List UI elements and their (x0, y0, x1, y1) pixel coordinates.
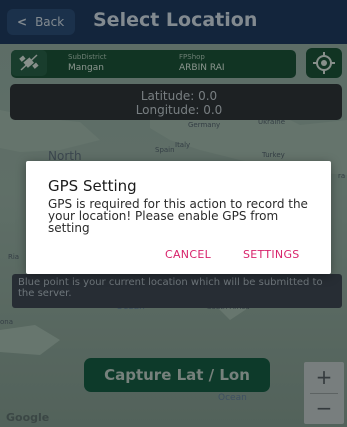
gps-setting-dialog: GPS Setting GPS is required for this act… (26, 161, 331, 274)
dialog-title: GPS Setting (48, 177, 137, 195)
dialog-message: GPS is required for this action to recor… (48, 197, 308, 235)
settings-button[interactable]: SETTINGS (243, 248, 300, 261)
cancel-button[interactable]: CANCEL (165, 248, 211, 261)
